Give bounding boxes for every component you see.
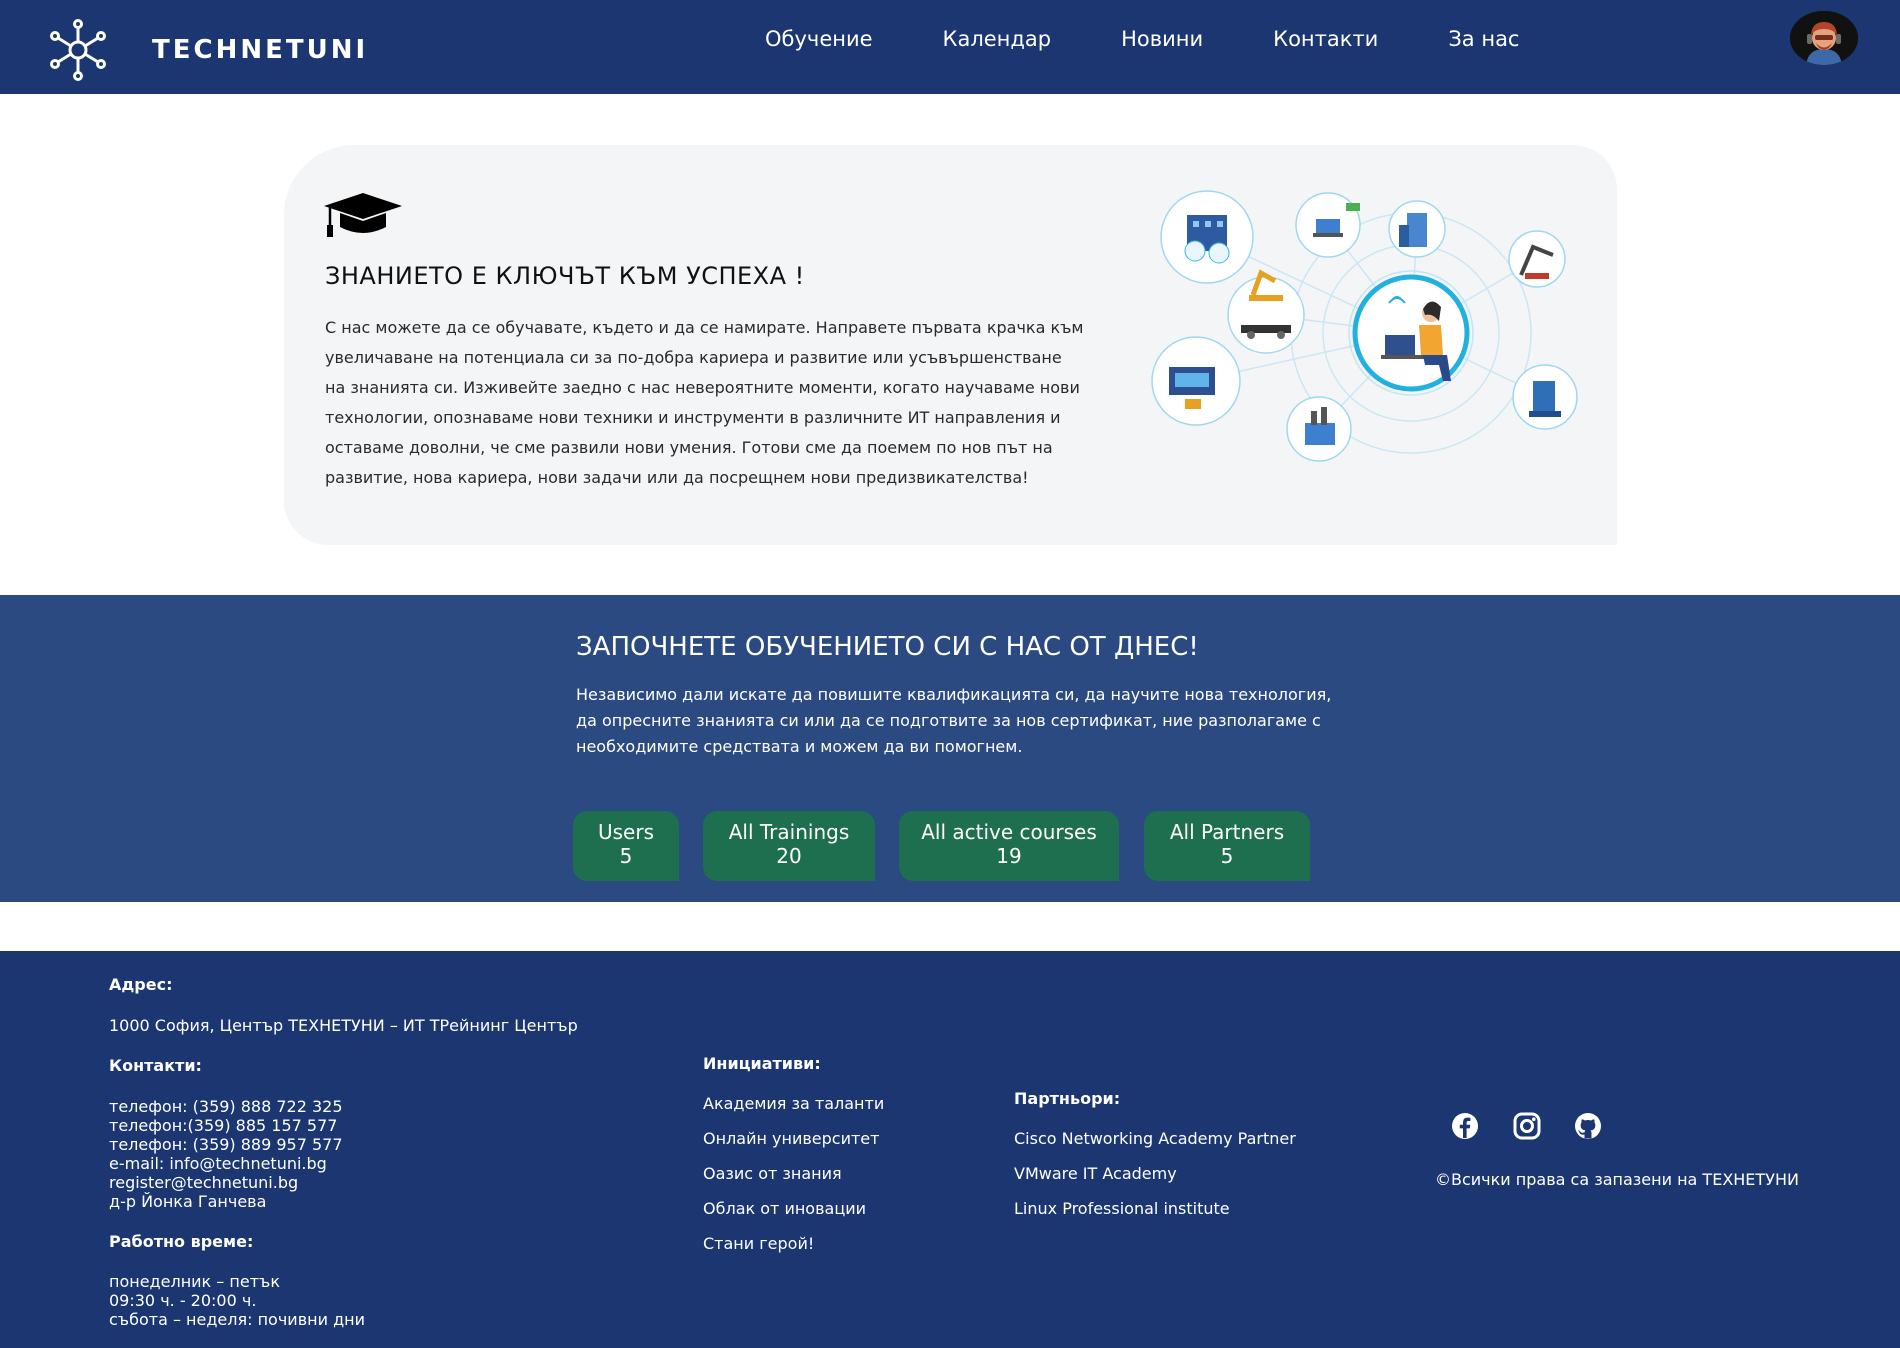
hero-card: ЗНАНИЕТО Е КЛЮЧЪТ КЪМ УСПЕХА ! С нас мож… — [284, 145, 1617, 545]
copyright-text: ©Всички права са запазени на ТЕХНЕТУНИ — [1435, 1170, 1799, 1189]
stat-trainings-button[interactable]: All Trainings 20 — [703, 811, 875, 881]
contact-phone-1: телефон: (359) 888 722 325 — [109, 1097, 343, 1116]
brand-name: TECHNETUNI — [152, 35, 369, 65]
stat-label: All Partners — [1169, 820, 1285, 844]
address-heading: Адрес: — [109, 975, 173, 994]
partner-link[interactable]: Cisco Networking Academy Partner — [1014, 1129, 1296, 1148]
brand-link[interactable]: TECHNETUNI — [46, 18, 368, 82]
stat-users-button[interactable]: Users 5 — [573, 811, 679, 881]
initiative-link[interactable]: Академия за таланти — [703, 1094, 884, 1113]
it-network-illustration — [1151, 190, 1578, 462]
avatar[interactable] — [1790, 11, 1858, 65]
github-icon[interactable] — [1573, 1111, 1603, 1141]
initiative-link[interactable]: Стани герой! — [703, 1234, 814, 1253]
partners-heading: Партньори: — [1014, 1089, 1121, 1108]
contact-email: e-mail: info@technetuni.bg — [109, 1154, 327, 1173]
hours-time: 09:30 ч. - 20:00 ч. — [109, 1291, 257, 1310]
nav-link-calendar[interactable]: Календар — [908, 24, 1087, 54]
address-text: 1000 София, Център ТЕХНЕТУНИ – ИТ ТРейни… — [109, 1016, 578, 1035]
cta-title: ЗАПОЧНЕТЕ ОБУЧЕНИЕТО СИ С НАС ОТ ДНЕС! — [576, 632, 1199, 662]
partner-link[interactable]: VMware IT Academy — [1014, 1164, 1177, 1183]
nav-link-news[interactable]: Новини — [1086, 24, 1238, 54]
stat-value: 19 — [996, 844, 1022, 868]
nav-link-about[interactable]: За нас — [1413, 24, 1554, 54]
hero-text: С нас можете да се обучавате, където и д… — [325, 318, 1084, 487]
contact-register-email: register@technetuni.bg — [109, 1173, 299, 1192]
navbar: TECHNETUNI Обучение Календар Новини Конт… — [0, 0, 1900, 94]
contacts-heading: Контакти: — [109, 1056, 202, 1075]
stat-label: Users — [597, 820, 654, 844]
facebook-icon[interactable] — [1450, 1111, 1480, 1141]
instagram-icon[interactable] — [1512, 1111, 1542, 1141]
initiative-link[interactable]: Оазис от знания — [703, 1164, 842, 1183]
hours-weekend: събота – неделя: почивни дни — [109, 1310, 365, 1329]
nav-link-contacts[interactable]: Контакти — [1238, 24, 1413, 54]
hours-heading: Работно време: — [109, 1232, 254, 1251]
cta-section: ЗАПОЧНЕТЕ ОБУЧЕНИЕТО СИ С НАС ОТ ДНЕС! Н… — [0, 595, 1900, 902]
nav-link-training[interactable]: Обучение — [730, 24, 908, 54]
stat-value: 5 — [619, 844, 633, 868]
main-nav: Обучение Календар Новини Контакти За нас — [730, 24, 1554, 54]
cta-text: Независимо дали искате да повишите квали… — [576, 685, 1332, 756]
stat-value: 20 — [776, 844, 802, 868]
hero-title: ЗНАНИЕТО Е КЛЮЧЪТ КЪМ УСПЕХА ! — [325, 262, 805, 290]
network-logo-icon — [50, 19, 106, 81]
initiative-link[interactable]: Онлайн университет — [703, 1129, 879, 1148]
stat-value: 5 — [1220, 844, 1234, 868]
initiatives-heading: Инициативи: — [703, 1054, 821, 1073]
hours-weekdays: понеделник – петък — [109, 1272, 280, 1291]
contact-phone-2: телефон:(359) 885 157 577 — [109, 1116, 338, 1135]
stat-label: All Trainings — [728, 820, 850, 844]
stat-active-courses-button[interactable]: All active courses 19 — [899, 811, 1119, 881]
graduation-cap-icon — [324, 193, 402, 237]
contact-person: д-р Йонка Ганчева — [109, 1192, 267, 1211]
initiative-link[interactable]: Облак от иновации — [703, 1199, 866, 1218]
partner-link[interactable]: Linux Professional institute — [1014, 1199, 1230, 1218]
footer: Адрес: 1000 София, Център ТЕХНЕТУНИ – ИТ… — [0, 951, 1900, 1348]
contact-phone-3: телефон: (359) 889 957 577 — [109, 1135, 343, 1154]
stat-partners-button[interactable]: All Partners 5 — [1144, 811, 1310, 881]
stat-label: All active courses — [921, 820, 1097, 844]
